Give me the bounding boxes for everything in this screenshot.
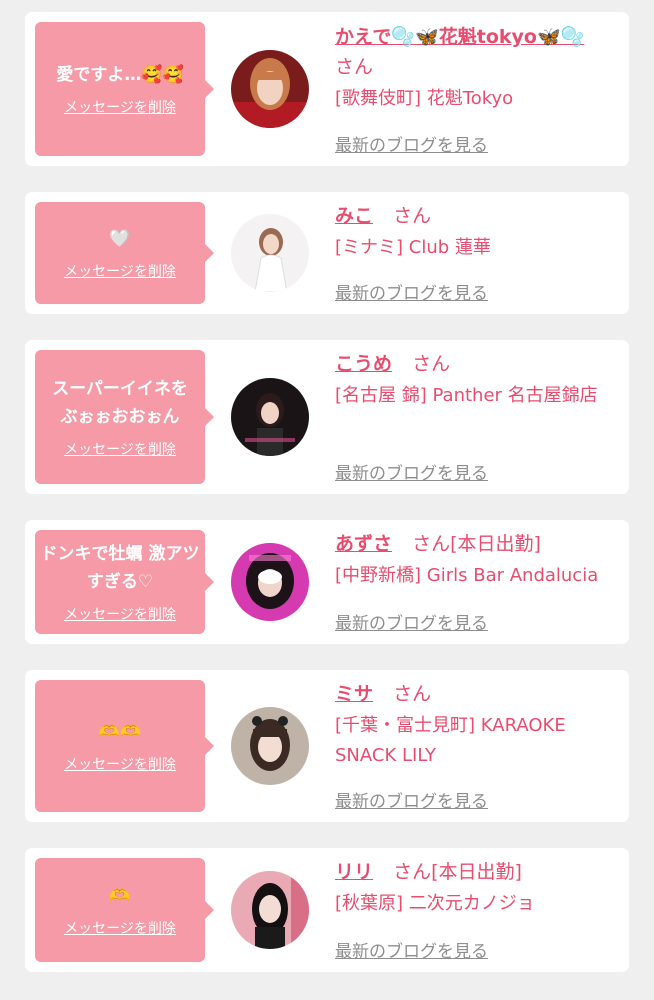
message-card: 🤍 メッセージを削除 みこ さん [ミナミ] Club 蓮華 最新のブログを見る	[25, 192, 629, 314]
latest-blog-link[interactable]: 最新のブログを見る	[335, 131, 488, 156]
latest-blog-link[interactable]: 最新のブログを見る	[335, 787, 488, 812]
delete-message-link[interactable]: メッセージを削除	[64, 261, 176, 281]
message-bubble: ドンキで牡蠣 激アツすぎる♡ メッセージを削除	[35, 530, 214, 634]
cast-info: こうめ さん [名古屋 錦] Panther 名古屋錦店	[335, 349, 625, 411]
delete-message-link[interactable]: メッセージを削除	[64, 439, 176, 459]
cast-name-link[interactable]: こうめ	[335, 353, 392, 375]
shop-name: [ミナミ] Club 蓮華	[335, 237, 491, 258]
cast-name-link[interactable]: ミサ	[335, 683, 373, 705]
avatar[interactable]	[231, 50, 309, 128]
status-badge: [本日出勤]	[450, 533, 541, 555]
san-suffix: さん	[393, 861, 432, 883]
message-card: 🫶🫶 メッセージを削除 ミサ さん [千葉・富士見町] KARAOKE SNAC…	[25, 670, 629, 822]
avatar[interactable]	[231, 378, 309, 456]
shop-name: [歌舞伎町] 花魁Tokyo	[335, 88, 514, 109]
latest-blog-link[interactable]: 最新のブログを見る	[335, 459, 488, 484]
avatar-image	[231, 871, 309, 949]
avatar[interactable]	[231, 214, 309, 292]
message-card: ドンキで牡蠣 激アツすぎる♡ メッセージを削除 あずさ さん[本日出勤] [中野…	[25, 520, 629, 644]
avatar[interactable]	[231, 543, 309, 621]
message-bubble: スーパーイイネをぶぉぉおおぉん メッセージを削除	[35, 350, 214, 484]
message-bubble: 🤍 メッセージを削除	[35, 202, 214, 304]
san-suffix: さん	[335, 56, 374, 78]
shop-name: [中野新橋] Girls Bar Andalucia	[335, 565, 599, 586]
message-text: スーパーイイネをぶぉぉおおぉん	[52, 379, 188, 427]
message-text: 🤍	[109, 229, 131, 249]
message-text: ドンキで牡蠣 激アツすぎる♡	[40, 544, 200, 592]
cast-info: ミサ さん [千葉・富士見町] KARAOKE SNACK LILY	[335, 679, 625, 771]
cast-name-link[interactable]: リリ	[335, 861, 373, 883]
shop-name: [名古屋 錦] Panther 名古屋錦店	[335, 385, 598, 406]
shop-name: [秋葉原] 二次元カノジョ	[335, 893, 535, 914]
cast-name-link[interactable]: みこ	[335, 205, 373, 227]
cast-name-link[interactable]: あずさ	[335, 533, 392, 555]
message-text: 愛ですよ…🥰🥰	[56, 65, 184, 85]
latest-blog-link[interactable]: 最新のブログを見る	[335, 279, 488, 304]
shop-name: [千葉・富士見町] KARAOKE SNACK LILY	[335, 715, 566, 766]
message-bubble: 🫶🫶 メッセージを削除	[35, 680, 214, 812]
avatar[interactable]	[231, 707, 309, 785]
avatar[interactable]	[231, 871, 309, 949]
message-bubble: 愛ですよ…🥰🥰 メッセージを削除	[35, 22, 214, 156]
cast-info: あずさ さん[本日出勤] [中野新橋] Girls Bar Andalucia	[335, 529, 625, 591]
avatar-image	[231, 50, 309, 128]
avatar-image	[231, 378, 309, 456]
san-suffix: さん	[393, 205, 432, 227]
cast-info: みこ さん [ミナミ] Club 蓮華	[335, 201, 625, 263]
avatar-image	[231, 707, 309, 785]
avatar-image	[231, 543, 309, 621]
cast-info: かえで🫧🦋花魁tokyo🦋🫧 さん [歌舞伎町] 花魁Tokyo	[335, 22, 625, 114]
latest-blog-link[interactable]: 最新のブログを見る	[335, 937, 488, 962]
message-bubble: 🫶 メッセージを削除	[35, 858, 214, 962]
san-suffix: さん	[412, 353, 451, 375]
san-suffix: さん	[393, 683, 432, 705]
message-card: 愛ですよ…🥰🥰 メッセージを削除 かえで🫧🦋花魁tokyo🦋🫧 さん [歌舞伎町…	[25, 12, 629, 166]
delete-message-link[interactable]: メッセージを削除	[64, 918, 176, 938]
latest-blog-link[interactable]: 最新のブログを見る	[335, 609, 488, 634]
san-suffix: さん	[412, 533, 451, 555]
delete-message-link[interactable]: メッセージを削除	[64, 97, 176, 117]
status-badge: [本日出勤]	[431, 861, 522, 883]
message-card: スーパーイイネをぶぉぉおおぉん メッセージを削除 こうめ さん [名古屋 錦] …	[25, 340, 629, 494]
message-text: 🫶	[109, 886, 131, 906]
cast-info: リリ さん[本日出勤] [秋葉原] 二次元カノジョ	[335, 857, 625, 919]
message-text: 🫶🫶	[98, 722, 142, 742]
message-card: 🫶 メッセージを削除 リリ さん[本日出勤] [秋葉原] 二次元カノジョ 最新の…	[25, 848, 629, 972]
message-list: 愛ですよ…🥰🥰 メッセージを削除 かえで🫧🦋花魁tokyo🦋🫧 さん [歌舞伎町…	[0, 0, 654, 1000]
cast-name-link[interactable]: かえで🫧🦋花魁tokyo🦋🫧	[335, 26, 584, 48]
delete-message-link[interactable]: メッセージを削除	[64, 604, 176, 624]
avatar-image	[231, 214, 309, 292]
delete-message-link[interactable]: メッセージを削除	[64, 754, 176, 774]
